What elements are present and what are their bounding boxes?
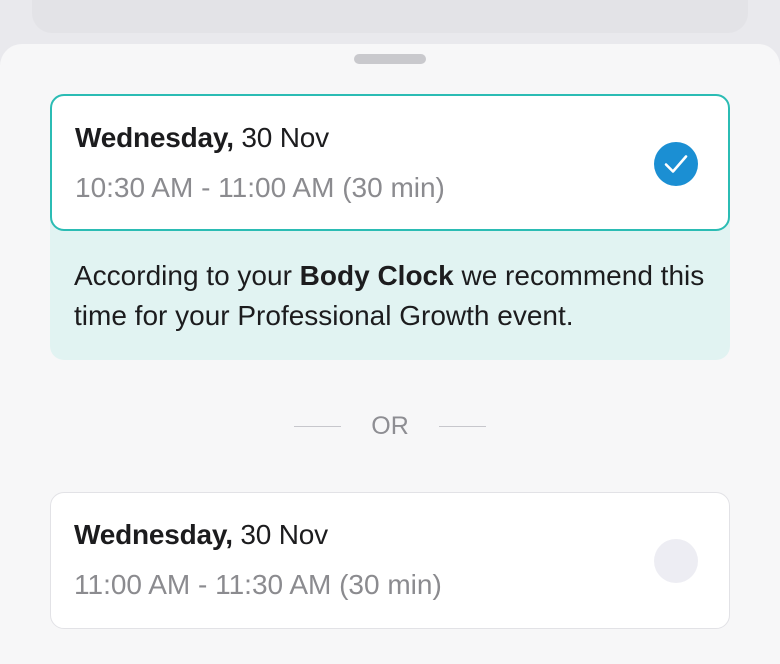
- slot-time: 11:00 AM - 11:30 AM (30 min): [74, 569, 442, 600]
- divider-line-left: [294, 426, 341, 427]
- divider-line-right: [439, 426, 486, 427]
- selected-check-icon[interactable]: [654, 142, 698, 186]
- slot-date: Wednesday, 30 Nov: [75, 122, 329, 154]
- slot-day: 30 Nov: [232, 519, 328, 550]
- recommended-slot-group: Wednesday, 30 Nov 10:30 AM - 11:00 AM (3…: [50, 94, 730, 360]
- slot-weekday: Wednesday,: [75, 122, 234, 153]
- time-picker-sheet: Wednesday, 30 Nov 10:30 AM - 11:00 AM (3…: [0, 44, 780, 664]
- background-card: [32, 0, 748, 33]
- recommendation-text: According to your Body Clock we recommen…: [74, 256, 714, 336]
- or-divider: OR: [0, 412, 780, 442]
- slot-day: 30 Nov: [233, 122, 329, 153]
- slot-time: 10:30 AM - 11:00 AM (30 min): [75, 172, 445, 203]
- alternative-slot-card[interactable]: Wednesday, 30 Nov 11:00 AM - 11:30 AM (3…: [50, 492, 730, 629]
- alternative-slot-wrapper: Wednesday, 30 Nov 11:00 AM - 11:30 AM (3…: [50, 492, 730, 629]
- recommendation-text-prefix: According to your: [74, 260, 300, 291]
- slot-weekday: Wednesday,: [74, 519, 233, 550]
- unselected-radio-icon[interactable]: [654, 539, 698, 583]
- slot-date: Wednesday, 30 Nov: [74, 519, 328, 551]
- or-label: OR: [371, 412, 409, 440]
- recommended-slot-card[interactable]: Wednesday, 30 Nov 10:30 AM - 11:00 AM (3…: [50, 94, 730, 231]
- body-clock-label: Body Clock: [299, 260, 454, 291]
- sheet-grabber[interactable]: [354, 54, 426, 64]
